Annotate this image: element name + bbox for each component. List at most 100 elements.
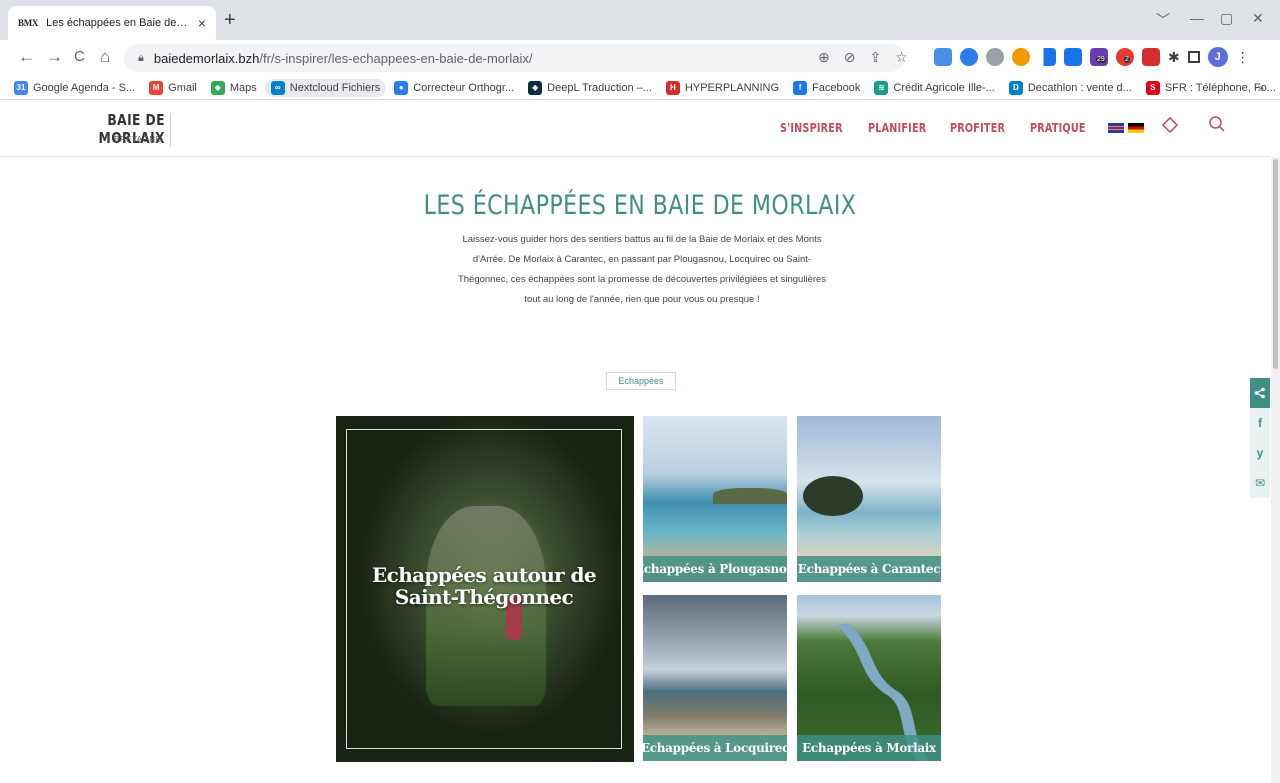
- bookmark-label: Correcteur Orthogr...: [413, 81, 515, 94]
- bookmark-label: Gmail: [168, 81, 197, 94]
- bookmark-item[interactable]: ∞ Nextcloud Fichiers: [264, 78, 387, 97]
- bookmarks-overflow-icon[interactable]: »: [1257, 81, 1264, 95]
- correcteur-icon: ●: [394, 80, 409, 95]
- twitter-share-icon[interactable]: y: [1250, 438, 1270, 468]
- english-flag-icon[interactable]: [1108, 123, 1124, 133]
- share-page-icon[interactable]: ⇪: [869, 49, 881, 66]
- bookmark-item[interactable]: ● Correcteur Orthogr...: [394, 80, 515, 95]
- tab-title: Les échappées en Baie de Morlai: [46, 17, 190, 29]
- decathlon-icon: D: [1008, 80, 1023, 95]
- share-sidebar: f y ✉: [1250, 378, 1270, 498]
- extension-icon[interactable]: [960, 48, 978, 66]
- new-tab-button[interactable]: +: [224, 10, 236, 30]
- bookmark-item[interactable]: M Gmail: [149, 80, 197, 95]
- bookmark-item[interactable]: ◆ Maps: [210, 80, 257, 95]
- card-title: Echappées à Plougasnou: [643, 556, 787, 582]
- bookmark-item[interactable]: ≋ Crédit Agricole Ille-...: [874, 80, 995, 95]
- bookmark-item[interactable]: f Facebook: [793, 80, 861, 95]
- sfr-icon: S: [1145, 80, 1160, 95]
- intro-line: Laissez-vous guider hors des sentiers ba…: [462, 234, 822, 245]
- extension-icon[interactable]: [1012, 48, 1030, 66]
- address-bar[interactable]: 🔒︎ baiedemorlaix.bzh/fr/s-inspirer/les-e…: [124, 44, 904, 72]
- german-flag-icon[interactable]: [1128, 123, 1144, 133]
- browser-tab[interactable]: BMX Les échappées en Baie de Morlai ×: [8, 6, 216, 40]
- nav-sinspirer[interactable]: S'INSPIRER: [780, 121, 843, 135]
- maximize-button[interactable]: ▢: [1220, 10, 1233, 27]
- page-scrollbar[interactable]: [1271, 157, 1280, 783]
- address-path: /fr/s-inspirer/les-echappees-en-baie-de-…: [259, 50, 533, 66]
- bookmark-star-icon[interactable]: ☆: [895, 49, 908, 66]
- profile-avatar[interactable]: J: [1207, 47, 1228, 67]
- extension-icon[interactable]: [986, 48, 1004, 66]
- card-title: Echappées autour de Saint-Thégonnec: [372, 563, 597, 609]
- card-plougasnou[interactable]: Echappées à Plougasnou: [643, 416, 787, 582]
- card-title: Echappées à Carantec: [797, 556, 941, 582]
- calendar-icon: 31: [14, 80, 28, 95]
- tab-search-icon[interactable]: ﹀: [1156, 10, 1170, 30]
- lock-icon[interactable]: 🔒︎: [138, 52, 144, 65]
- nav-pratique[interactable]: PRATIQUE: [1030, 121, 1086, 135]
- logo-sub-text: BRETAGNE: [114, 135, 162, 144]
- home-button[interactable]: ⌂: [100, 48, 110, 66]
- extensions-puzzle-icon[interactable]: ✱: [1168, 49, 1180, 66]
- bookmark-item[interactable]: ◆ DeepL Traduction –...: [528, 80, 652, 95]
- card-title: Echappées à Locquirec: [643, 735, 787, 761]
- extension-icon[interactable]: 29: [1090, 48, 1108, 66]
- extension-icon[interactable]: 2: [1116, 48, 1134, 66]
- card-title: Echappées à Morlaix: [797, 735, 941, 761]
- tab-close-icon[interactable]: ×: [198, 15, 206, 31]
- intro-text: Laissez-vous guider hors des sentiers ba…: [428, 230, 856, 310]
- extension-icon[interactable]: [934, 48, 952, 66]
- bookmark-label: Maps: [229, 81, 257, 94]
- card-carantec[interactable]: Echappées à Carantec: [797, 416, 941, 582]
- deepl-icon: ◆: [528, 80, 543, 95]
- forward-button[interactable]: →: [46, 48, 63, 66]
- gmail-icon: M: [149, 80, 164, 95]
- logo-divider: [170, 113, 171, 147]
- nextcloud-icon: ∞: [270, 80, 285, 95]
- side-panel-icon[interactable]: [1187, 51, 1200, 63]
- photo-tree: [803, 476, 863, 516]
- intro-line: tout au long de l'année, rien que pour v…: [524, 294, 760, 305]
- address-host: baiedemorlaix.bzh: [153, 50, 260, 66]
- scrollbar-thumb[interactable]: [1273, 159, 1278, 369]
- pdf-icon[interactable]: [1142, 48, 1160, 66]
- share-icon[interactable]: [1250, 378, 1270, 408]
- browser-menu-icon[interactable]: ⋮: [1236, 49, 1250, 66]
- bookmarks-bar: 31 Google Agenda - S... M Gmail ◆ Maps ∞ Nextcl…: [0, 76, 1280, 100]
- bookmark-label: Crédit Agricole Ille-...: [893, 81, 995, 94]
- page-title: LES ÉCHAPPÉES EN BAIE DE MORLAIX: [423, 190, 857, 221]
- bookmark-item[interactable]: H HYPERPLANNING: [665, 80, 779, 95]
- close-window-button[interactable]: ✕: [1252, 10, 1264, 27]
- intro-line: d'Arrée. De Morlaix à Carantec, en passa…: [472, 254, 812, 265]
- card-locquirec[interactable]: Echappées à Locquirec: [643, 595, 787, 761]
- facebook-icon: f: [793, 80, 808, 95]
- credit-agricole-icon: ≋: [874, 80, 889, 95]
- maps-icon: ◆: [210, 80, 225, 95]
- card-morlaix[interactable]: Echappées à Morlaix: [797, 595, 941, 761]
- signal-icon[interactable]: [1038, 48, 1056, 66]
- reload-button[interactable]: C: [74, 48, 85, 66]
- email-share-icon[interactable]: ✉: [1250, 468, 1270, 498]
- bookmark-label: DeepL Traduction –...: [547, 81, 652, 94]
- tracking-icon[interactable]: ⊘: [844, 49, 856, 66]
- bookmark-label: Google Agenda - S...: [33, 81, 136, 94]
- browser-toolbar: ← → C ⌂ 🔒︎ baiedemorlaix.bzh/fr/s-inspir…: [0, 40, 1280, 76]
- back-button[interactable]: ←: [18, 48, 35, 66]
- minimize-button[interactable]: —: [1190, 10, 1204, 26]
- bookmark-label: Facebook: [812, 81, 861, 94]
- nav-planifier[interactable]: PLANIFIER: [868, 121, 926, 135]
- search-icon[interactable]: [1208, 115, 1226, 138]
- extension-icon[interactable]: [1064, 48, 1082, 66]
- ticket-icon[interactable]: [1160, 115, 1180, 140]
- bookmark-label: Nextcloud Fichiers: [289, 81, 381, 94]
- bookmark-item[interactable]: D Decathlon : vente d...: [1008, 80, 1132, 95]
- nav-profiter[interactable]: PROFITER: [950, 121, 1005, 135]
- facebook-share-icon[interactable]: f: [1250, 408, 1270, 438]
- browser-tabstrip: BMX Les échappées en Baie de Morlai × + …: [0, 0, 1280, 40]
- photo-headland: [713, 488, 787, 504]
- card-saint-thegonnec[interactable]: Echappées autour de Saint-Thégonnec: [336, 416, 634, 762]
- tag-filter-echappees[interactable]: Echappées: [606, 372, 676, 390]
- zoom-icon[interactable]: ⊕: [818, 49, 830, 66]
- bookmark-item[interactable]: 31 Google Agenda - S...: [14, 80, 136, 95]
